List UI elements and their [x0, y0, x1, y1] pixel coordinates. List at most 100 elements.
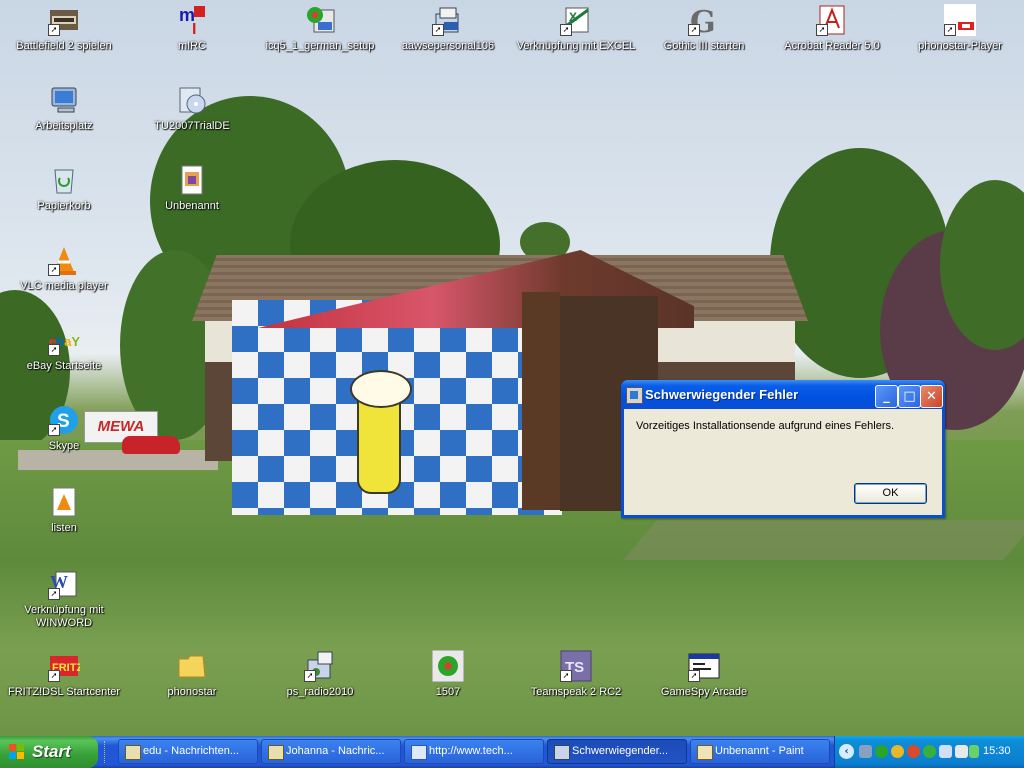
installer-icon: ➚	[432, 4, 464, 36]
start-label: Start	[32, 742, 71, 761]
desktop-icon-ps-radio[interactable]: ➚ ps_radio2010	[258, 650, 382, 699]
fritz-icon: FRITZ ➚	[48, 650, 80, 682]
recycle-bin-icon	[48, 164, 80, 196]
icon-label: Acrobat Reader 5.0	[784, 40, 880, 52]
vlc-playlist-icon	[48, 486, 80, 518]
installer-icon	[626, 387, 643, 404]
desktop-icon-teamspeak[interactable]: TS ➚ Teamspeak 2 RC2	[514, 650, 638, 699]
ok-button[interactable]: OK	[854, 483, 927, 504]
icon-label: phonostar-Player	[918, 40, 1002, 52]
desktop-icon-excel[interactable]: X ➚ Verknüpfung mit EXCEL	[514, 4, 638, 53]
skype-icon: S ➚	[48, 404, 80, 436]
desktop-icon-mirc[interactable]: mI mIRC	[130, 4, 254, 53]
icon-label: icq5_1_german_setup	[265, 40, 375, 52]
installer-icon	[554, 745, 570, 760]
taskbar-button-label: Schwerwiegender...	[572, 745, 668, 757]
desktop-icon-vlc[interactable]: ➚ VLC media player	[2, 244, 126, 293]
desktop-icon-gamespy[interactable]: ➚ GameSpy Arcade	[642, 650, 766, 699]
start-button[interactable]: Start	[0, 736, 98, 768]
wallpaper-booth-door	[522, 292, 560, 510]
desktop-icon-icq-setup[interactable]: icq5_1_german_setup	[258, 4, 382, 53]
dialog-title: Schwerwiegender Fehler	[645, 387, 799, 402]
icon-label: listen	[51, 522, 77, 534]
display-icon[interactable]	[939, 745, 952, 758]
teamspeak-icon: TS ➚	[560, 650, 592, 682]
system-tray: ‹ 15:30	[834, 736, 1024, 768]
shortcut-arrow-icon: ➚	[432, 24, 444, 36]
chat-window-icon	[268, 745, 284, 760]
shortcut-arrow-icon: ➚	[688, 670, 700, 682]
clock[interactable]: 15:30	[983, 745, 1011, 757]
battlefield-icon: ➚	[48, 4, 80, 36]
excel-icon: X ➚	[560, 4, 592, 36]
desktop[interactable]: MEWA ➚ Battlefield 2 spielen mI mIRC icq…	[0, 0, 1024, 736]
taskbar-button-browser[interactable]: http://www.tech...	[404, 739, 544, 764]
volume-icon[interactable]	[955, 745, 968, 758]
minimize-icon: _	[883, 389, 890, 404]
icon-label: Unbenannt	[165, 200, 219, 212]
quicklaunch-grip[interactable]	[104, 741, 117, 763]
dialog-message: Vorzeitiges Installationsende aufgrund e…	[636, 420, 895, 432]
dialog-title-bar[interactable]: Schwerwiegender Fehler _ □ ✕	[621, 380, 945, 409]
shortcut-arrow-icon: ➚	[48, 670, 60, 682]
icon-label: GameSpy Arcade	[660, 686, 748, 698]
desktop-icon-winword[interactable]: W ➚ Verknüpfung mit WINWORD	[2, 568, 126, 630]
phonostar-player-icon: ➚	[944, 4, 976, 36]
icon-label: Papierkorb	[37, 200, 91, 212]
minimize-button[interactable]: _	[875, 385, 898, 408]
desktop-icon-unbenannt[interactable]: Unbenannt	[130, 164, 254, 213]
windows-logo-icon	[9, 744, 25, 760]
chat-window-icon	[125, 745, 141, 760]
desktop-icon-fritz[interactable]: FRITZ ➚ FRITZ!DSL Startcenter	[2, 650, 126, 699]
desktop-icon-1507[interactable]: 1507	[386, 650, 510, 699]
wallpaper-path	[623, 520, 1024, 560]
error-dialog: Schwerwiegender Fehler _ □ ✕ Vorzeitiges…	[621, 380, 945, 518]
taskbar-button-johanna[interactable]: Johanna - Nachric...	[261, 739, 401, 764]
desktop-icon-acrobat[interactable]: ➚ Acrobat Reader 5.0	[770, 4, 894, 53]
desktop-icon-tu2007[interactable]: TU2007TrialDE	[130, 84, 254, 133]
desktop-icon-gothic[interactable]: G ➚ Gothic III starten	[642, 4, 766, 53]
desktop-icon-listen[interactable]: listen	[2, 486, 126, 535]
desktop-icon-phonostar-player[interactable]: ➚ phonostar-Player	[898, 4, 1022, 53]
icon-label: FRITZ!DSL Startcenter	[7, 686, 121, 698]
network-icon[interactable]	[859, 745, 872, 758]
taskbar-button-label: edu - Nachrichten...	[143, 745, 239, 757]
icon-label: VLC media player	[20, 280, 108, 292]
shortcut-arrow-icon: ➚	[48, 424, 60, 436]
taskbar-button-edu[interactable]: edu - Nachrichten...	[118, 739, 258, 764]
icon-label: aawsepersonal106	[401, 40, 495, 52]
tray-expand-button[interactable]: ‹	[839, 744, 854, 759]
taskbar-button-paint[interactable]: Unbenannt - Paint	[690, 739, 830, 764]
radio-setup-icon: ➚	[304, 650, 336, 682]
desktop-icon-phonostar-folder[interactable]: phonostar	[130, 650, 254, 699]
desktop-icon-skype[interactable]: S ➚ Skype	[2, 404, 126, 453]
svg-text:X: X	[569, 10, 577, 24]
dialog-body: Vorzeitiges Installationsende aufgrund e…	[624, 409, 942, 515]
desktop-icon-papierkorb[interactable]: Papierkorb	[2, 164, 126, 213]
acrobat-icon: ➚	[816, 4, 848, 36]
antivirus-icon[interactable]	[891, 745, 904, 758]
maximize-button[interactable]: □	[898, 385, 921, 408]
image-file-icon	[176, 164, 208, 196]
internet-explorer-icon	[411, 745, 427, 760]
desktop-icon-arbeitsplatz[interactable]: Arbeitsplatz	[2, 84, 126, 133]
security-alert-icon[interactable]	[907, 745, 920, 758]
ebay-icon: ebaY ➚	[48, 324, 80, 356]
close-button[interactable]: ✕	[920, 385, 943, 408]
shortcut-arrow-icon: ➚	[48, 264, 60, 276]
signal-strength-icon[interactable]	[969, 745, 979, 758]
wallpaper-road	[18, 450, 218, 470]
desktop-icon-ebay[interactable]: ebaY ➚ eBay Startseite	[2, 324, 126, 373]
wallpaper-car	[122, 436, 180, 454]
icon-label: TU2007TrialDE	[154, 120, 230, 132]
mirc-icon: mI	[176, 4, 208, 36]
taskbar-button-error[interactable]: Schwerwiegender...	[547, 739, 687, 764]
shortcut-arrow-icon: ➚	[560, 670, 572, 682]
icq-flower-tray-icon[interactable]	[923, 745, 936, 758]
icq-tray-icon[interactable]	[875, 745, 888, 758]
paint-icon	[697, 745, 713, 760]
my-computer-icon	[48, 84, 80, 116]
wallpaper-beer-foam	[350, 370, 412, 408]
desktop-icon-aawsepersonal[interactable]: ➚ aawsepersonal106	[386, 4, 510, 53]
desktop-icon-battlefield[interactable]: ➚ Battlefield 2 spielen	[2, 4, 126, 53]
